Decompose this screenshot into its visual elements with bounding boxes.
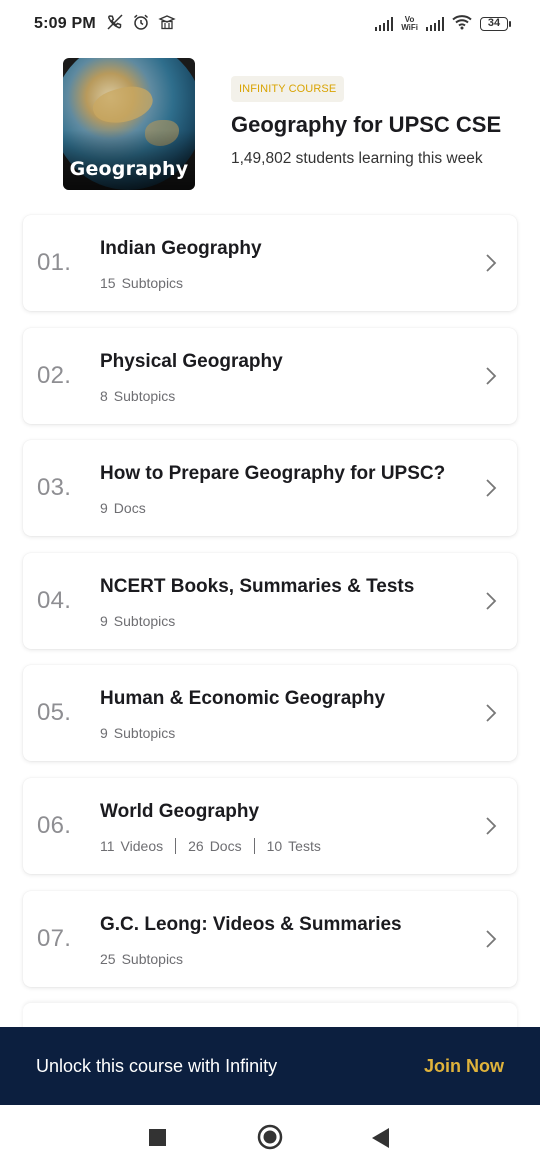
square-recents-icon[interactable] (149, 1129, 166, 1151)
chevron-right-icon (486, 592, 497, 610)
meta-unit: Tests (288, 837, 321, 854)
course-info: INFINITY COURSE Geography for UPSC CSE 1… (231, 58, 501, 190)
status-left-icons (106, 13, 176, 36)
meta-unit: Subtopics (121, 950, 184, 967)
topic-card-02[interactable]: 02. Physical Geography 8 Subtopics (23, 327, 517, 424)
meta-count: 25 (100, 950, 116, 967)
meta-unit: Docs (113, 500, 146, 517)
circle-home-icon[interactable] (257, 1124, 283, 1155)
infinity-course-badge: INFINITY COURSE (231, 76, 345, 102)
topic-card-01[interactable]: 01. Indian Geography 15 Subtopics (23, 215, 517, 311)
no-call-icon (106, 13, 124, 36)
topic-meta: 25 Subtopics (100, 951, 183, 967)
topic-number: 04. (37, 586, 72, 614)
meta-count: 11 (100, 837, 115, 854)
status-time: 5:09 PM (34, 15, 96, 32)
topic-meta: 8 Subtopics (100, 388, 175, 404)
chevron-right-icon (486, 704, 497, 723)
meta-count: 8 (100, 387, 108, 404)
course-learners-count: 1,49,802 students learning this week (231, 150, 483, 167)
topic-title: Human & Economic Geography (100, 688, 386, 710)
topic-card-03[interactable]: 03. How to Prepare Geography for UPSC? 9… (23, 440, 517, 537)
meta-count: 15 (100, 275, 116, 291)
topic-meta: 9 Subtopics (100, 725, 175, 741)
topic-title: NCERT Books, Summaries & Tests (100, 575, 415, 597)
topic-card-05[interactable]: 05. Human & Economic Geography 9 Subtopic… (23, 665, 517, 762)
status-bar: 5:09 PM Vo WiFi 34 (0, 0, 540, 48)
meta-count: 26 (188, 837, 204, 854)
meta-separator (175, 837, 177, 854)
topic-list: 01. Indian Geography 15 Subtopics 02. Phy… (23, 215, 517, 1060)
meta-count: 9 (100, 612, 108, 629)
topic-number: 02. (37, 361, 72, 389)
topic-meta: 9 Subtopics (100, 613, 175, 629)
topic-title: World Geography (100, 800, 260, 822)
topic-number: 05. (37, 699, 72, 727)
chevron-right-icon (486, 817, 497, 835)
battery-indicator: 34 (480, 17, 511, 31)
course-thumbnail: Geography (63, 58, 195, 190)
course-header: Geography INFINITY COURSE Geography for … (63, 58, 520, 190)
topic-card-07[interactable]: 07. G.C. Leong: Videos & Summaries 25 Sub… (23, 890, 517, 987)
school-icon (158, 13, 176, 36)
meta-unit: Videos (120, 837, 164, 854)
vowifi-label-bottom: WiFi (401, 23, 418, 32)
topic-title: G.C. Leong: Videos & Summaries (100, 913, 402, 935)
meta-unit: Subtopics (113, 725, 176, 742)
thumbnail-label: Geography (69, 158, 189, 180)
topic-title: How to Prepare Geography for UPSC? (100, 463, 446, 485)
join-now-button[interactable]: Join Now (424, 1056, 504, 1077)
meta-count: 9 (100, 500, 108, 517)
topic-card-06[interactable]: 06. World Geography 11 Videos 26 Docs 10 Te… (23, 777, 517, 874)
topic-meta: 9 Docs (100, 500, 146, 516)
topic-title: Indian Geography (100, 238, 262, 259)
meta-unit: Subtopics (121, 275, 184, 291)
meta-count: 9 (100, 725, 108, 742)
chevron-right-icon (486, 479, 497, 497)
chevron-right-icon (486, 929, 497, 948)
status-right-icons: Vo WiFi 34 (375, 14, 511, 35)
signal-strength-icon (375, 17, 394, 31)
topic-number: 03. (37, 474, 72, 502)
meta-unit: Subtopics (113, 612, 176, 629)
vowifi-indicator: Vo WiFi (401, 16, 418, 32)
chevron-right-icon (486, 254, 497, 272)
unlock-course-text: Unlock this course with Infinity (36, 1055, 278, 1076)
topic-title: Physical Geography (100, 350, 283, 372)
chevron-right-icon (486, 366, 497, 385)
topic-card-04[interactable]: 04. NCERT Books, Summaries & Tests 9 Subt… (23, 552, 517, 649)
meta-unit: Subtopics (113, 387, 176, 404)
topic-number: 06. (37, 811, 72, 839)
wifi-icon (452, 14, 472, 35)
unlock-course-bar: Unlock this course with Infinity Join No… (0, 1027, 540, 1105)
topic-number: 01. (37, 249, 72, 276)
course-title: Geography for UPSC CSE (231, 112, 502, 137)
triangle-back-icon[interactable] (372, 1128, 390, 1153)
meta-separator (253, 837, 255, 854)
topic-number: 07. (37, 924, 72, 952)
meta-unit: Docs (209, 837, 242, 854)
system-navigation-bar (0, 1105, 540, 1170)
alarm-icon (132, 13, 150, 36)
signal-strength-2-icon (426, 17, 444, 31)
meta-count: 10 (266, 837, 283, 854)
topic-meta: 15 Subtopics (100, 275, 183, 291)
topic-meta: 11 Videos 26 Docs 10 Tests (100, 837, 321, 854)
